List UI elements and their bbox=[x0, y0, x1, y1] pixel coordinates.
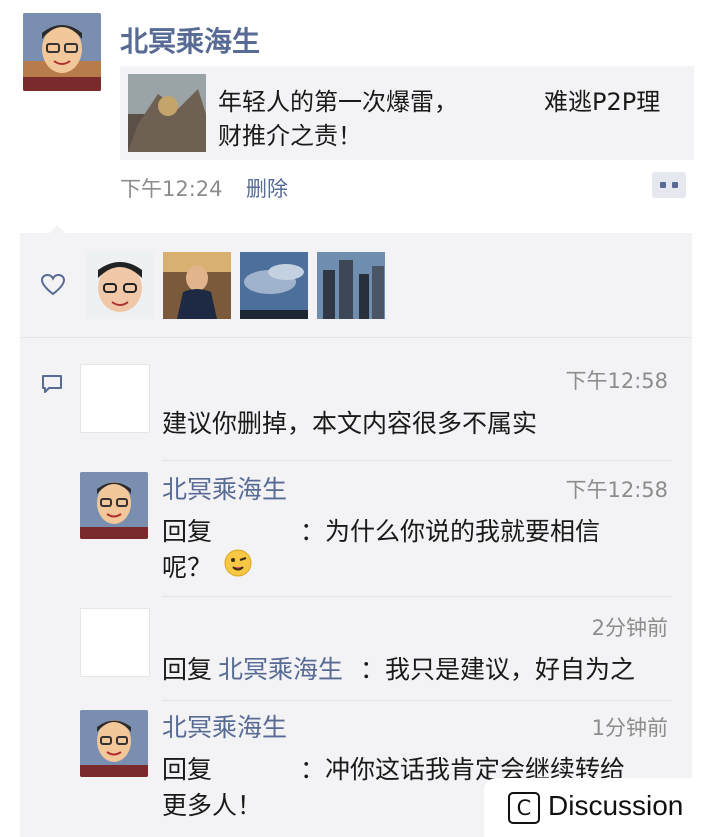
watermark-text: Discussion bbox=[548, 790, 684, 821]
reply-word: 回复 bbox=[162, 517, 213, 546]
more-options-button[interactable] bbox=[652, 172, 686, 198]
post-author-name[interactable]: 北冥乘海生 bbox=[120, 20, 260, 60]
comment-divider bbox=[162, 700, 672, 701]
author-avatar[interactable] bbox=[23, 13, 101, 91]
liker-avatar[interactable] bbox=[163, 252, 231, 319]
wink-emoji-icon bbox=[224, 549, 252, 581]
reply-target-name[interactable]: 北冥乘海生 bbox=[218, 650, 343, 686]
likes-divider bbox=[20, 337, 692, 338]
link-title-line1b: 难逃P2P理 bbox=[544, 88, 661, 116]
commenter-avatar[interactable] bbox=[80, 710, 148, 777]
liker-avatar[interactable] bbox=[317, 252, 385, 319]
link-thumbnail bbox=[128, 74, 206, 152]
heart-icon bbox=[40, 273, 66, 301]
comment-text-continued: 更多人！ bbox=[162, 791, 263, 820]
comment-text: ：我只是建议，好自为之 bbox=[360, 655, 636, 684]
comment-divider bbox=[162, 596, 672, 597]
reply-word: 回复 bbox=[162, 755, 213, 784]
commenter-avatar[interactable] bbox=[80, 364, 150, 433]
comment-text: 建议你删掉，本文内容很多不属实 bbox=[162, 409, 538, 438]
comment-icon bbox=[40, 373, 64, 399]
comment-author[interactable]: 北冥乘海生 bbox=[162, 708, 287, 744]
comment-text-continued: 呢？ bbox=[162, 553, 213, 582]
panel-pointer bbox=[48, 225, 66, 234]
delete-link[interactable]: 删除 bbox=[246, 173, 288, 203]
copyright-c-icon: C bbox=[508, 792, 540, 824]
comment-time: 1分钟前 bbox=[591, 716, 668, 740]
post-time: 下午12:24 bbox=[120, 177, 223, 201]
liker-avatar[interactable] bbox=[240, 252, 308, 319]
comment-author[interactable]: 北冥乘海生 bbox=[162, 470, 287, 506]
link-title-line1: 年轻人的第一次爆雷， bbox=[218, 88, 458, 116]
comment-divider bbox=[162, 460, 672, 461]
commenter-avatar[interactable] bbox=[80, 608, 150, 677]
comment-time: 2分钟前 bbox=[591, 616, 668, 640]
comment-time: 下午12:58 bbox=[565, 369, 668, 393]
comment-text: ：为什么你说的我就要相信 bbox=[300, 517, 601, 546]
more-dots-icon bbox=[660, 182, 666, 188]
link-title-line2: 财推介之责！ bbox=[218, 122, 362, 150]
discussion-watermark: C Discussion bbox=[484, 778, 720, 837]
liker-avatar[interactable] bbox=[86, 252, 154, 319]
shared-link-card[interactable]: 年轻人的第一次爆雷， 难逃P2P理 财推介之责！ bbox=[120, 66, 694, 160]
reply-word: 回复 bbox=[162, 655, 213, 684]
commenter-avatar[interactable] bbox=[80, 472, 148, 539]
comment-time: 下午12:58 bbox=[565, 478, 668, 502]
